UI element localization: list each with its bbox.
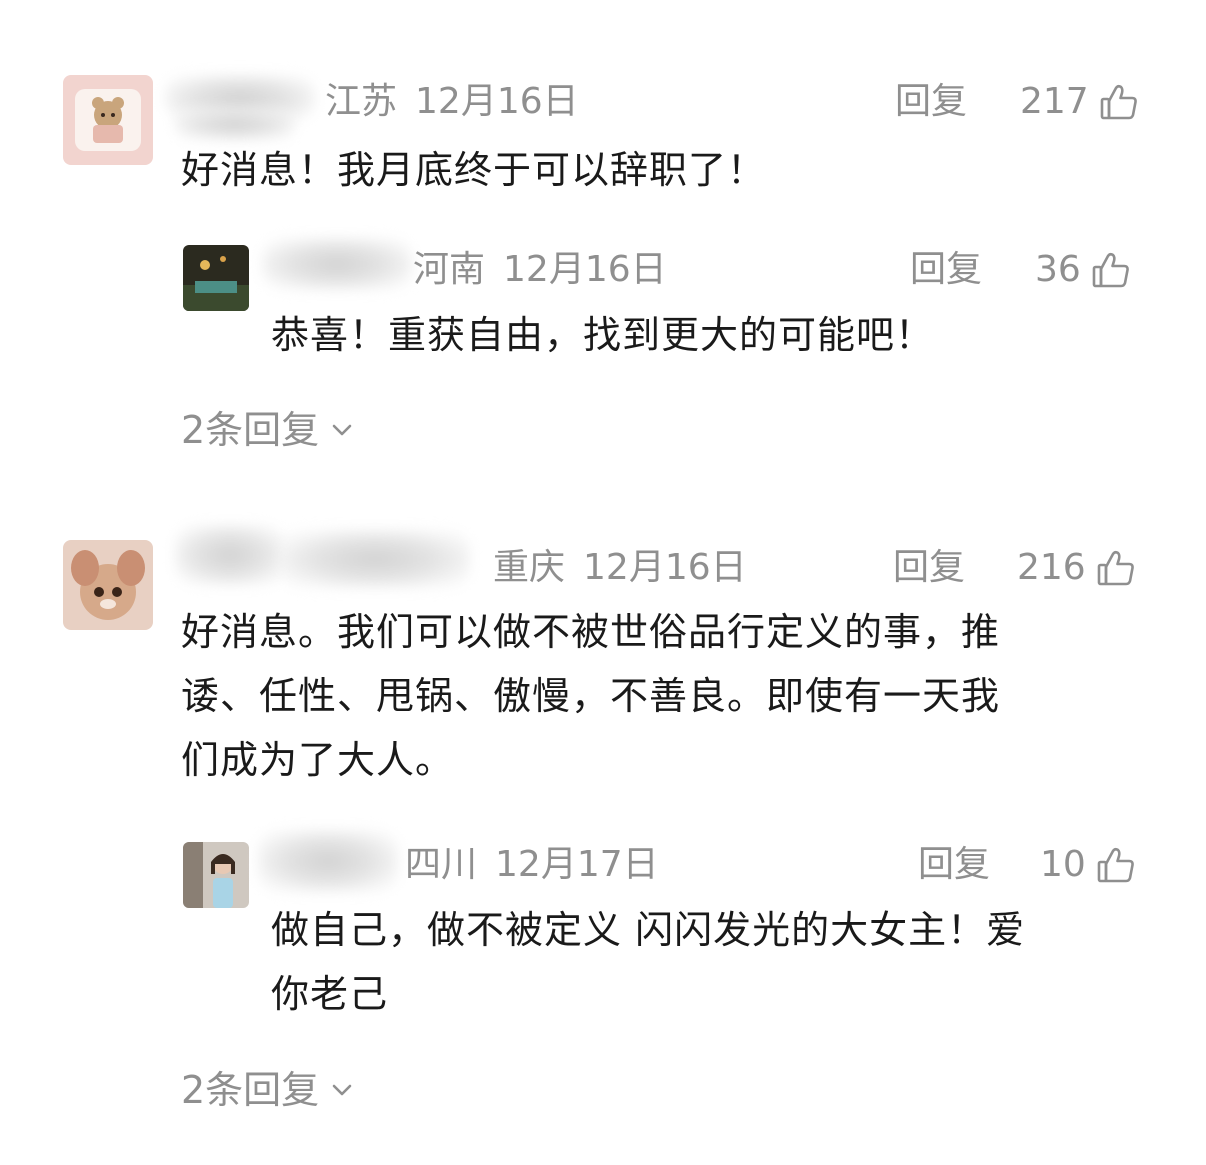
expand-replies-button[interactable]: 2条回复 [181,408,355,452]
date: 12月16日 [583,547,747,588]
reply-text-line: 你老己 [271,972,389,1016]
avatar[interactable] [183,842,249,908]
reply-text: 恭喜！重获自由，找到更大的可能吧！ [271,313,935,357]
reply-button[interactable]: 回复 [893,546,965,590]
date: 12月16日 [503,249,667,290]
chevron-down-icon [332,1084,352,1096]
date: 12月17日 [495,844,659,885]
thumbs-up-icon [1092,252,1129,288]
avatar-image [183,245,249,311]
location: 河南 [413,249,486,290]
reply-button[interactable]: 回复 [910,248,982,292]
comment-text-line: 好消息。我们可以做不被世俗品行定义的事，推 [181,610,1001,654]
blurred-username[interactable] [280,530,470,588]
blurred-username[interactable] [258,830,398,892]
avatar[interactable] [183,245,249,311]
like-count: 216 [1017,547,1086,588]
more-replies-label: 2条回复 [181,1068,320,1112]
location: 重庆 [493,547,566,588]
like-button[interactable]: 10 [1040,843,1136,887]
thumbs-up-icon [1100,84,1137,120]
comment-text: 好消息！我月底终于可以辞职了！ [181,148,767,192]
thumbs-up-icon [1097,550,1134,586]
comment-text-line: 们成为了大人。 [181,738,455,782]
reply-text: 做自己，做不被定义 闪闪发光的大女主！爱 你老己 [271,898,1025,1026]
comment-meta: 重庆 12月16日 [493,546,747,590]
comment-meta: 河南 12月16日 [413,248,667,292]
avatar-image [63,75,153,165]
like-count: 217 [1020,81,1089,122]
reply-button[interactable]: 回复 [895,80,967,124]
location: 江苏 [325,81,398,122]
chevron-down-icon [332,424,352,436]
blurred-username[interactable] [175,108,295,140]
avatar[interactable] [63,75,153,165]
comment-meta: 四川 12月17日 [405,843,659,887]
comment-text-line: 诿、任性、甩锅、傲慢，不善良。即使有一天我 [181,674,1001,718]
like-count: 36 [1035,249,1081,290]
thumbs-up-icon [1097,847,1134,883]
comment-meta: 江苏 12月16日 [325,80,579,124]
blurred-username[interactable] [175,525,285,585]
comment-text: 好消息。我们可以做不被世俗品行定义的事，推 诿、任性、甩锅、傲慢，不善良。即使有… [181,600,1000,792]
like-button[interactable]: 216 [1017,546,1136,590]
date: 12月16日 [415,81,579,122]
reply-button[interactable]: 回复 [918,843,990,887]
like-button[interactable]: 36 [1035,248,1131,292]
avatar[interactable] [63,540,153,630]
avatar-image [63,540,153,630]
more-replies-label: 2条回复 [181,408,320,452]
reply-text-line: 做自己，做不被定义 闪闪发光的大女主！爱 [271,908,1026,952]
blurred-username[interactable] [262,238,412,290]
expand-replies-button[interactable]: 2条回复 [181,1068,355,1112]
avatar-image [183,842,249,908]
location: 四川 [405,844,478,885]
like-button[interactable]: 217 [1020,80,1139,124]
like-count: 10 [1040,844,1086,885]
